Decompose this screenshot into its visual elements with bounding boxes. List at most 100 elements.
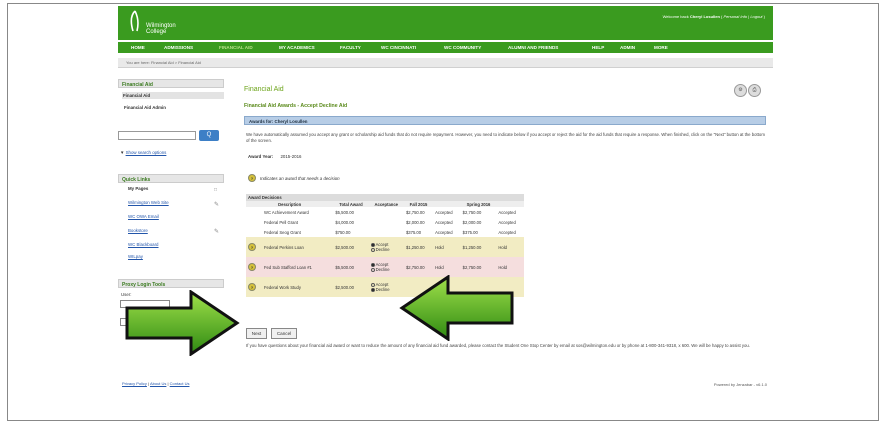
nav-my-academics[interactable]: MY ACADEMICS: [279, 45, 315, 50]
college-name-line2: College: [146, 29, 167, 35]
award-fall-status: Hold: [433, 237, 461, 257]
nav-financial-aid[interactable]: FINANCIAL AID: [219, 45, 253, 50]
nav-more[interactable]: MORE: [654, 45, 668, 50]
next-button[interactable]: Next: [246, 328, 267, 339]
awards-table-header: Description Total Award Acceptance Fall …: [246, 201, 524, 207]
quick-link-my-pages[interactable]: My Pages: [128, 186, 148, 191]
award-total: $5,500.00: [335, 209, 354, 215]
proxy-login-title: Proxy Login Tools: [118, 279, 224, 288]
quick-link-owa-email[interactable]: WC OWA Email: [128, 214, 159, 219]
award-year-label: Award Year:: [248, 154, 274, 159]
edit-icon[interactable]: ✎: [214, 201, 219, 208]
nav-home[interactable]: HOME: [131, 45, 145, 50]
award-fall: $1,250.00: [403, 237, 434, 257]
show-search-options[interactable]: ▼ Show search options: [120, 150, 166, 155]
quick-link-wilpay[interactable]: WILpay: [128, 254, 143, 259]
decision-needed-icon: ?: [248, 174, 256, 182]
welcome-prefix: Welcome back: [662, 14, 689, 19]
quick-links-title: Quick Links: [118, 174, 224, 183]
nav-wc-community[interactable]: WC COMMUNITY: [444, 45, 481, 50]
breadcrumb: You are here: Financial Aid > Financial …: [118, 58, 773, 68]
award-fall: $2,750.00: [403, 257, 434, 277]
edit-icon[interactable]: ✎: [214, 228, 219, 235]
collapse-icon[interactable]: □: [214, 187, 217, 193]
award-spring-status: Hold: [496, 257, 524, 277]
breadcrumb-text: You are here: Financial Aid > Financial …: [126, 60, 201, 65]
radio-icon: [370, 247, 375, 252]
award-desc-cell: ? Federal Work Study: [246, 277, 334, 297]
sidebar-item-financial-aid-admin[interactable]: Financial Aid Admin: [124, 105, 166, 110]
settings-icon[interactable]: ⚙: [734, 84, 747, 97]
sidebar-financial-aid-title-text: Financial Aid: [122, 82, 153, 88]
logout-link[interactable]: Logout: [750, 14, 762, 19]
award-acceptance: Accept Decline: [368, 237, 404, 257]
nav-admissions[interactable]: ADMISSIONS: [164, 45, 193, 50]
about-us-link[interactable]: About Us: [150, 381, 166, 386]
award-desc-cell: ? Fed Sub Stafford Loan #1: [246, 257, 334, 277]
quick-links-title-text: Quick Links: [122, 177, 151, 183]
welcome-text: Welcome back Cheryl Losullen ( Personal …: [662, 14, 765, 19]
award-desc: WC Achievement Award: [264, 209, 309, 215]
college-name: Wilmington College: [146, 23, 176, 35]
left-arrow-icon: [399, 275, 514, 341]
award-year-value: 2015-2016: [280, 154, 302, 159]
awards-for-label: Awards for: Cheryl Losullen: [249, 119, 308, 124]
sidebar-financial-aid-title: Financial Aid: [118, 79, 224, 88]
decision-needed-icon: ?: [248, 263, 256, 271]
decline-radio[interactable]: Decline: [370, 247, 402, 252]
award-fall-status: Accepted: [435, 209, 453, 215]
logo-mark-icon: [130, 10, 139, 32]
instructions-text: We have automatically assumed you accept…: [246, 132, 765, 143]
cancel-button[interactable]: Cancel: [271, 328, 297, 339]
award-desc: Federal Work Study: [264, 284, 301, 290]
decline-radio[interactable]: Decline: [370, 267, 402, 272]
quick-link-bookstore[interactable]: Bookstore: [128, 228, 148, 233]
awards-for-bar: Awards for: Cheryl Losullen: [244, 116, 766, 125]
decline-label: Decline: [375, 267, 390, 272]
nav-alumni[interactable]: ALUMNI AND FRIENDS: [508, 45, 558, 50]
personal-info-link[interactable]: Personal Info: [723, 14, 747, 19]
right-arrow-icon: [125, 290, 240, 356]
contact-us-link[interactable]: Contact Us: [170, 381, 190, 386]
award-spring: $2,750.00: [460, 257, 497, 277]
table-row: Federal Pell Grant $4,000.00 $2,000.00 A…: [246, 217, 524, 227]
award-fall: $2,750.00: [405, 209, 425, 215]
print-icon[interactable]: ⎙: [748, 84, 761, 97]
award-spring-status: Accepted: [498, 209, 516, 215]
award-total: $2,500.00: [333, 237, 369, 257]
award-fall-status: Accepted: [435, 229, 453, 235]
table-row: WC Achievement Award $5,500.00 $2,750.00…: [246, 207, 524, 217]
nav-admin[interactable]: ADMIN: [620, 45, 635, 50]
search-button[interactable]: Q: [199, 130, 219, 141]
nav-help[interactable]: HELP: [592, 45, 604, 50]
privacy-policy-link[interactable]: Privacy Policy: [122, 381, 147, 386]
nav-wc-cincinnati[interactable]: WC CINCINNATI: [381, 45, 416, 50]
award-spring-status: Hold: [496, 237, 524, 257]
powered-by: Powered by Jenzabar - v6.1.0: [713, 382, 767, 387]
award-fall: $2,000.00: [405, 219, 425, 225]
table-row: Federal Seog Grant $750.00 $375.00 Accep…: [246, 227, 524, 237]
sidebar-item-financial-aid[interactable]: Financial Aid: [122, 92, 224, 99]
award-acceptance: [369, 207, 404, 217]
radio-icon: [370, 287, 375, 292]
search-input[interactable]: [118, 131, 196, 140]
award-spring: $2,750.00: [462, 209, 482, 215]
award-desc-cell: ? Federal Perkins Loan: [246, 237, 334, 257]
nav-faculty[interactable]: FACULTY: [340, 45, 361, 50]
page-title: Financial Aid: [244, 86, 284, 93]
award-spring: $375.00: [462, 229, 478, 235]
quick-link-blackboard[interactable]: WC Blackboard: [128, 242, 159, 247]
award-spring-status: Accepted: [498, 219, 516, 225]
award-total: $4,000.00: [335, 219, 354, 225]
award-fall: $375.00: [405, 229, 422, 235]
show-search-options-label: Show search options: [125, 150, 167, 155]
table-row: ? Fed Sub Stafford Loan #1 $5,500.00 Acc…: [246, 257, 524, 277]
table-row: ? Federal Perkins Loan $2,500.00 Accept …: [246, 237, 524, 257]
award-fall-status: Accepted: [435, 219, 453, 225]
award-total: $750.00: [335, 229, 351, 235]
decision-needed-icon: ?: [248, 243, 256, 251]
quick-link-web-site[interactable]: Wilmington Web Site: [128, 200, 169, 205]
award-acceptance: [369, 217, 404, 227]
award-spring-status: Accepted: [498, 229, 516, 235]
search-icon: Q: [206, 132, 212, 138]
